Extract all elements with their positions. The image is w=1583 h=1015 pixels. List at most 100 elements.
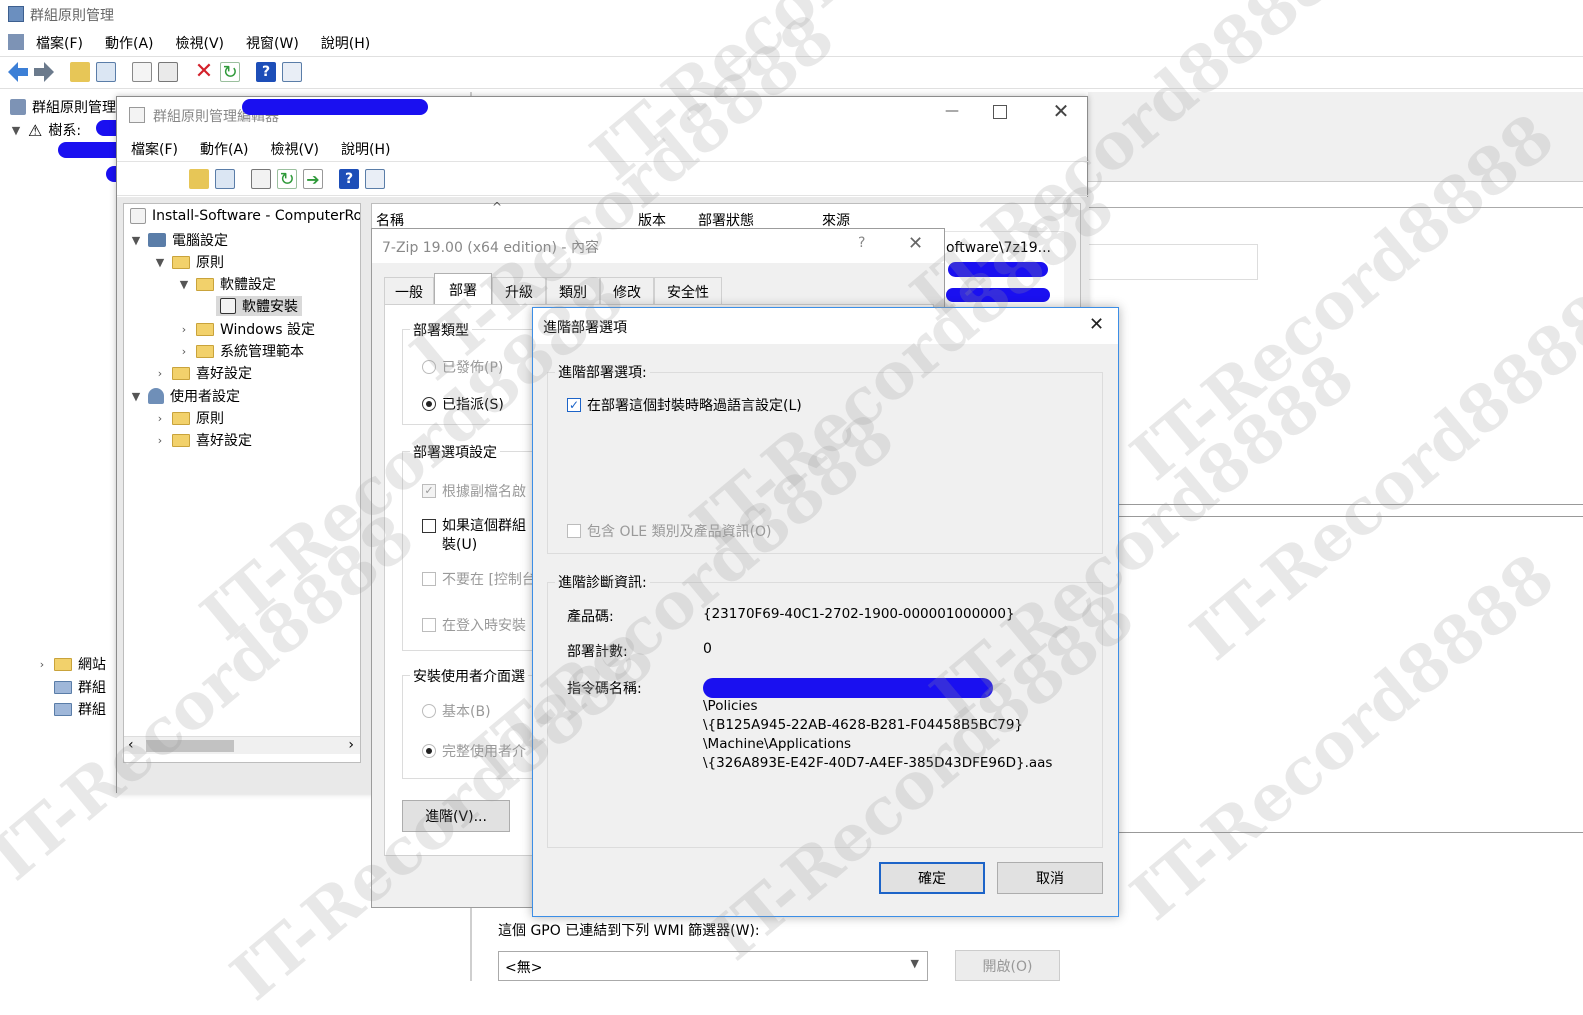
editor-menu-action[interactable]: 動作(A) xyxy=(200,139,249,159)
ignore-language-checkbox[interactable]: ✓ xyxy=(567,398,581,412)
tree-root[interactable]: 群組原則管理 xyxy=(10,97,116,117)
tree-windows-settings[interactable]: › Windows 設定 xyxy=(178,319,315,339)
assigned-radio[interactable]: 已指派(S) xyxy=(422,394,504,414)
published-radio[interactable]: 已發佈(P) xyxy=(422,357,503,377)
chevron-right-icon[interactable]: › xyxy=(154,434,166,447)
list-col-name[interactable]: 名稱 xyxy=(376,210,404,230)
include-ole-option[interactable]: 包含 OLE 類別及產品資訊(O) xyxy=(567,521,772,541)
tree-policies[interactable]: ▼ 原則 xyxy=(154,252,224,272)
published-radio-dot[interactable] xyxy=(422,360,436,374)
help-icon[interactable]: ? xyxy=(339,169,359,189)
wmi-filter-select[interactable]: <無> ▼ xyxy=(498,951,928,981)
console-icon[interactable] xyxy=(282,62,302,82)
maximize-button[interactable] xyxy=(993,105,1007,119)
include-ole-checkbox[interactable] xyxy=(567,524,581,538)
chevron-down-icon[interactable]: ▼ xyxy=(130,390,142,403)
chevron-down-icon[interactable]: ▼ xyxy=(130,234,142,247)
scroll-left-icon[interactable]: ‹ xyxy=(128,737,134,753)
tree-admin-templates[interactable]: › 系統管理範本 xyxy=(178,341,304,361)
assigned-radio-dot[interactable] xyxy=(422,397,436,411)
list-col-source[interactable]: 來源 xyxy=(822,210,850,230)
refresh-icon[interactable]: ↻ xyxy=(220,62,240,83)
option-extension-checkbox[interactable]: ✓ xyxy=(422,484,436,498)
tree-group-2[interactable]: 群組 xyxy=(54,699,106,719)
tree-horizontal-scrollbar[interactable]: ‹ › xyxy=(124,736,360,754)
scroll-thumb[interactable] xyxy=(146,740,234,752)
gpm-icon xyxy=(10,99,26,115)
close-icon[interactable]: ✕ xyxy=(1089,314,1104,335)
tree-computer-config[interactable]: ▼ 電腦設定 xyxy=(130,230,228,250)
menu-window[interactable]: 視窗(W) xyxy=(246,33,299,53)
refresh-icon[interactable]: ↻ xyxy=(277,169,297,190)
paste-icon[interactable] xyxy=(158,62,178,82)
advanced-button[interactable]: 進階(V)... xyxy=(402,800,510,832)
close-icon[interactable]: ✕ xyxy=(1049,99,1073,123)
ok-button[interactable]: 確定 xyxy=(879,862,985,894)
chevron-right-icon[interactable]: › xyxy=(154,367,166,380)
copy-icon[interactable] xyxy=(132,62,152,82)
properties-help-button[interactable]: ? xyxy=(858,235,865,251)
list-col-deploy-state[interactable]: 部署狀態 xyxy=(698,210,754,230)
list-col-version[interactable]: 版本 xyxy=(638,210,666,230)
tree-software-settings[interactable]: ▼ 軟體設定 xyxy=(178,274,276,294)
tree-preferences[interactable]: › 喜好設定 xyxy=(154,363,252,383)
tree-sites[interactable]: › 網站 xyxy=(36,654,106,674)
chevron-right-icon[interactable]: › xyxy=(178,345,190,358)
tab-security[interactable]: 安全性 xyxy=(654,277,722,306)
menu-file[interactable]: 檔案(F) xyxy=(36,33,83,53)
help-icon[interactable]: ? xyxy=(256,62,276,82)
menu-help[interactable]: 說明(H) xyxy=(321,33,370,53)
chevron-right-icon[interactable]: › xyxy=(178,323,190,336)
cancel-button[interactable]: 取消 xyxy=(997,862,1103,894)
open-wmi-button[interactable]: 開啟(O) xyxy=(955,950,1060,981)
list-source-cell[interactable]: oftware\7z19... xyxy=(946,240,1051,256)
show-hide-tree-icon[interactable] xyxy=(215,169,235,189)
back-arrow-icon[interactable] xyxy=(8,62,28,82)
chevron-down-icon[interactable]: ▼ xyxy=(154,256,166,269)
option-logon-install[interactable]: 在登入時安裝 xyxy=(422,615,526,635)
ui-basic-radio[interactable]: 基本(B) xyxy=(422,701,491,721)
option-uninstall-checkbox[interactable] xyxy=(422,519,436,533)
forward-arrow-icon[interactable] xyxy=(34,62,54,82)
menu-view[interactable]: 檢視(V) xyxy=(176,33,225,53)
ignore-language-option[interactable]: ✓ 在部署這個封裝時略過語言設定(L) xyxy=(567,395,802,415)
tree-group-1[interactable]: 群組 xyxy=(54,677,106,697)
minimize-button[interactable]: — xyxy=(937,103,967,123)
option-no-control-panel[interactable]: 不要在 [控制台 xyxy=(422,569,536,589)
editor-menu-help[interactable]: 說明(H) xyxy=(341,139,390,159)
up-folder-icon[interactable] xyxy=(189,169,209,189)
console-icon[interactable] xyxy=(365,169,385,189)
close-icon[interactable]: ✕ xyxy=(908,233,923,254)
tab-deploy[interactable]: 部署 xyxy=(434,273,492,306)
tree-user-config[interactable]: ▼ 使用者設定 xyxy=(130,386,240,406)
chevron-right-icon[interactable]: › xyxy=(36,658,48,671)
tab-general[interactable]: 一般 xyxy=(384,277,434,306)
menu-action[interactable]: 動作(A) xyxy=(105,33,154,53)
chevron-right-icon[interactable]: › xyxy=(154,412,166,425)
ui-full-radio-dot[interactable] xyxy=(422,744,436,758)
up-folder-icon[interactable] xyxy=(70,62,90,82)
tree-software-install[interactable]: 軟體安裝 xyxy=(216,296,302,316)
export-icon[interactable]: ➔ xyxy=(303,169,323,189)
chevron-down-icon[interactable]: ▼ xyxy=(10,124,22,137)
chevron-down-icon[interactable]: ▼ xyxy=(178,278,190,291)
ui-full-radio[interactable]: 完整使用者介 xyxy=(422,741,526,761)
tree-gpo-root[interactable]: Install-Software - ComputerRo xyxy=(130,208,360,224)
ui-basic-radio-dot[interactable] xyxy=(422,704,436,718)
tree-forest[interactable]: ▼ ⚠ 樹系: xyxy=(10,120,81,140)
show-hide-tree-icon[interactable] xyxy=(96,62,116,82)
option-extension[interactable]: ✓ 根據副檔名啟 xyxy=(422,481,526,501)
option-uninstall[interactable]: 如果這個群組 裝(U) xyxy=(422,517,526,555)
properties-icon[interactable] xyxy=(251,169,271,189)
editor-menu-file[interactable]: 檔案(F) xyxy=(131,139,178,159)
tree-user-policies[interactable]: › 原則 xyxy=(154,408,224,428)
scroll-right-icon[interactable]: › xyxy=(348,737,354,753)
tab-category[interactable]: 類別 xyxy=(546,277,600,306)
editor-menu-view[interactable]: 檢視(V) xyxy=(271,139,320,159)
tab-modify[interactable]: 修改 xyxy=(600,277,654,306)
tab-upgrade[interactable]: 升級 xyxy=(492,277,546,306)
option-logon-install-checkbox[interactable] xyxy=(422,618,436,632)
tree-user-preferences[interactable]: › 喜好設定 xyxy=(154,430,252,450)
option-no-control-panel-checkbox[interactable] xyxy=(422,572,436,586)
delete-icon[interactable]: ✕ xyxy=(194,61,214,83)
